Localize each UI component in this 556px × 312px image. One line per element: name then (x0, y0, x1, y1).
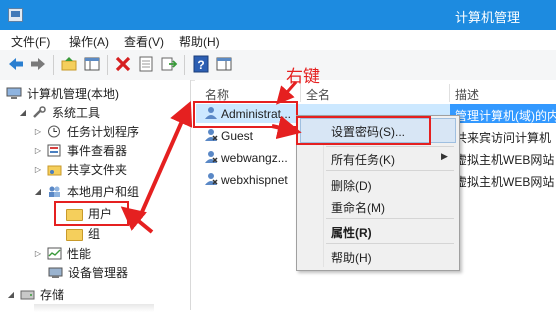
folder-icon (66, 228, 83, 241)
user-icon (205, 129, 218, 141)
row-name[interactable]: Guest (221, 129, 253, 143)
menu-file[interactable]: 文件(F) (11, 33, 50, 50)
row-description: 管理计算机(域)的内 (455, 109, 556, 123)
user-icon (205, 151, 218, 163)
clock-icon (47, 125, 62, 138)
menu-help[interactable]: 帮助(H) (179, 33, 220, 50)
tree-label: 设备管理器 (68, 266, 129, 280)
delete-x-icon[interactable] (114, 55, 132, 73)
tree-label: 计算机管理(本地) (27, 87, 119, 101)
tree-label: 任务计划程序 (67, 125, 140, 139)
menu-separator (326, 218, 454, 219)
collapse-triangle-icon[interactable]: ◢ (18, 108, 28, 117)
tree-label: 事件查看器 (67, 144, 128, 158)
users-group-icon (47, 185, 62, 198)
tree-item-storage[interactable]: ◢ 存储 (6, 285, 64, 304)
svg-text:?: ? (197, 58, 204, 72)
toolbar-separator (53, 55, 54, 75)
row-name[interactable]: webwangz... (221, 151, 288, 165)
submenu-arrow-icon: ▶ (441, 151, 448, 161)
show-hide-tree-icon[interactable] (83, 55, 101, 73)
device-manager-icon (48, 266, 63, 279)
tree-item-groups[interactable]: 组 (66, 224, 100, 243)
tree-item-shared-folders[interactable]: ▷ 共享文件夹 (33, 160, 127, 179)
collapse-triangle-icon[interactable]: ◢ (6, 290, 16, 299)
right-click-annotation: 右键 (286, 67, 320, 86)
menu-help[interactable]: 帮助(H) (331, 249, 372, 266)
tree-label: 系统工具 (52, 106, 101, 120)
expand-triangle-icon[interactable]: ▷ (33, 146, 43, 155)
tree-label: 本地用户和组 (67, 185, 140, 199)
menu-separator (326, 170, 454, 171)
menu-action[interactable]: 操作(A) (69, 33, 109, 50)
column-divider[interactable] (449, 84, 450, 102)
tree-item-device-manager[interactable]: 设备管理器 (48, 263, 128, 282)
help-icon[interactable]: ? (192, 55, 210, 73)
tree-label: 组 (88, 227, 101, 241)
highlight-box-users (54, 201, 129, 226)
menu-separator (326, 146, 454, 147)
row-description: 虚拟主机WEB网站 (455, 153, 555, 167)
export-list-icon[interactable] (160, 55, 178, 73)
menu-separator (326, 243, 454, 244)
tree-label: 共享文件夹 (67, 163, 128, 177)
expand-triangle-icon[interactable]: ▷ (33, 165, 43, 174)
system-tools-icon (32, 106, 47, 119)
shared-folder-icon (47, 163, 62, 176)
tree-item-cutoff (34, 304, 154, 312)
tree-item-system-tools[interactable]: ◢ 系统工具 (18, 103, 100, 122)
tree-label: 性能 (67, 247, 92, 261)
performance-icon (47, 247, 62, 260)
storage-icon (20, 288, 35, 301)
highlight-box-administrator (193, 101, 298, 128)
up-folder-icon[interactable] (60, 55, 78, 73)
tree-label: 存储 (40, 288, 65, 302)
back-arrow-icon[interactable] (7, 55, 25, 73)
tree-item-task-scheduler[interactable]: ▷ 任务计划程序 (33, 122, 139, 141)
tree-item-performance[interactable]: ▷ 性能 (33, 244, 91, 263)
menu-delete[interactable]: 删除(D) (331, 177, 372, 194)
window-title: 计算机管理 (455, 10, 521, 25)
action-pane-icon[interactable] (215, 55, 233, 73)
menu-rename[interactable]: 重命名(M) (331, 199, 385, 216)
toolbar-separator (107, 55, 108, 75)
row-description: 虚拟主机WEB网站 (455, 175, 555, 189)
menu-all-tasks[interactable]: 所有任务(K) (331, 151, 395, 168)
tree-item-event-viewer[interactable]: ▷ 事件查看器 (33, 141, 127, 160)
tree-item-local-users-groups[interactable]: ◢ 本地用户和组 (33, 182, 139, 201)
collapse-triangle-icon[interactable]: ◢ (33, 187, 43, 196)
row-description: 共来宾访问计算机 (455, 131, 552, 145)
properties-icon[interactable] (137, 55, 155, 73)
column-header-description[interactable]: 描述 (455, 86, 479, 103)
computer-icon (6, 87, 22, 100)
column-header-fullname[interactable]: 全名 (306, 86, 330, 103)
expand-triangle-icon[interactable]: ▷ (33, 127, 43, 136)
computer-management-icon (8, 8, 23, 22)
forward-arrow-icon[interactable] (29, 55, 47, 73)
user-icon (205, 173, 218, 185)
event-viewer-icon (47, 144, 62, 157)
tree-item-root[interactable]: 计算机管理(本地) (6, 84, 119, 103)
highlight-box-set-password (296, 116, 431, 145)
toolbar-separator (184, 55, 185, 75)
row-name[interactable]: webxhispnet (221, 173, 288, 187)
menu-view[interactable]: 查看(V) (124, 33, 164, 50)
expand-triangle-icon[interactable]: ▷ (33, 249, 43, 258)
menu-properties[interactable]: 属性(R) (331, 224, 372, 241)
